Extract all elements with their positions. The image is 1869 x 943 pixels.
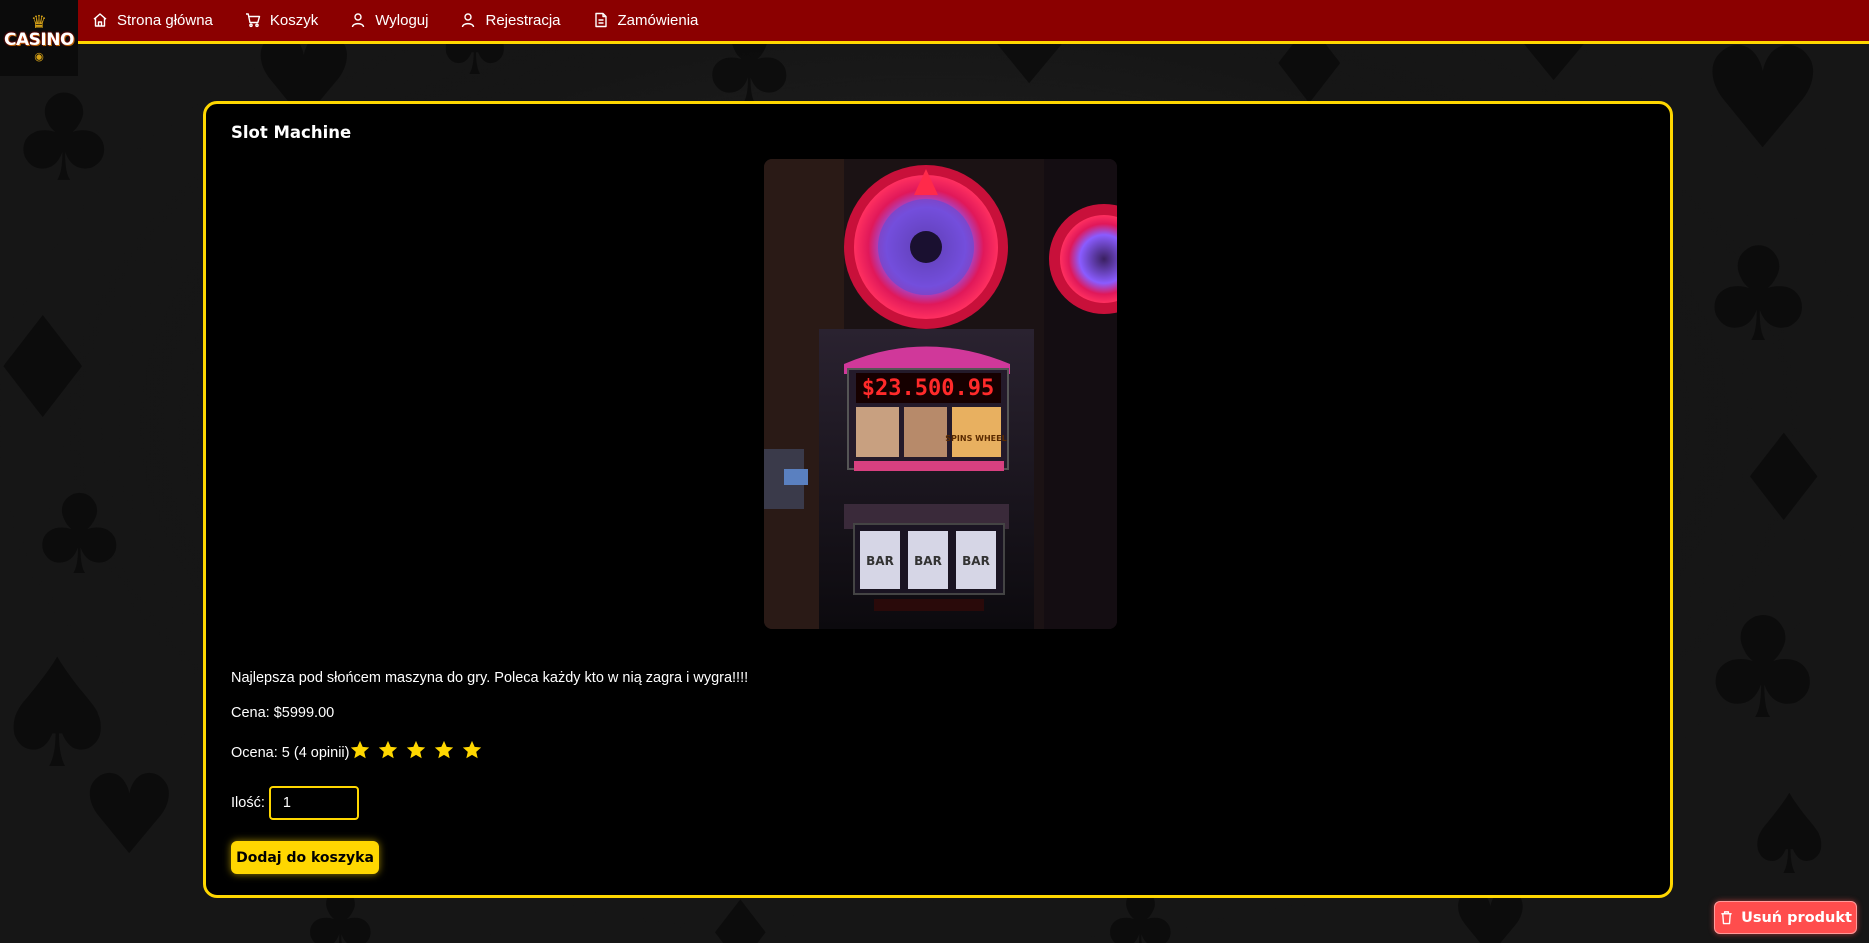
quantity-input[interactable] (268, 786, 359, 820)
nav-links: Strona główna Koszyk Wyloguj Rejestracja… (92, 0, 730, 40)
reel-symbol-2: BAR (914, 554, 942, 568)
delete-product-button[interactable]: Usuń produkt (1714, 901, 1857, 934)
cart-icon (245, 13, 261, 28)
nav-logout-link[interactable]: Wyloguj (350, 0, 428, 40)
user-icon (352, 13, 365, 28)
home-icon (93, 13, 107, 27)
rating-stars (349, 739, 489, 761)
nav-register-label: Rejestracja (485, 11, 561, 29)
product-price: Cena: $5999.00 (231, 705, 335, 721)
reel-symbol-3: BAR (962, 554, 990, 568)
nav-register-link[interactable]: Rejestracja (460, 0, 561, 40)
add-to-cart-button[interactable]: Dodaj do koszyka (231, 841, 379, 874)
star-icon[interactable] (349, 739, 371, 761)
document-icon (594, 12, 607, 28)
nav-home-link[interactable]: Strona główna (92, 0, 213, 40)
nav-orders-link[interactable]: Zamówienia (593, 0, 699, 40)
star-icon[interactable] (377, 739, 399, 761)
user-icon (462, 13, 475, 28)
quantity-row: Ilość: (231, 786, 359, 820)
casino-logo[interactable]: ♛ CASINO ◉ (0, 0, 78, 76)
logo-text: CASINO (4, 30, 74, 50)
product-card: Slot Machine $23.500.95 SPINS WHEEL BAR … (203, 101, 1673, 898)
slot-machine-illustration: $23.500.95 SPINS WHEEL BAR BAR BAR (764, 159, 1117, 629)
chip-icon: ◉ (34, 50, 44, 63)
quantity-label: Ilość: (231, 795, 265, 811)
rating-row: Ocena: 5 (4 opinii) (231, 739, 489, 764)
reel-symbol-1: BAR (866, 554, 894, 568)
image-jackpot-text: $23.500.95 (862, 376, 994, 401)
star-icon[interactable] (461, 739, 483, 761)
nav-logout-label: Wyloguj (375, 11, 429, 29)
star-icon[interactable] (405, 739, 427, 761)
star-icon[interactable] (433, 739, 455, 761)
nav-orders-label: Zamówienia (617, 11, 699, 29)
product-title: Slot Machine (231, 123, 352, 142)
nav-cart-label: Koszyk (269, 11, 319, 29)
trash-icon (1721, 911, 1732, 925)
product-description: Najlepsza pod słońcem maszyna do gry. Po… (231, 670, 749, 686)
product-image: $23.500.95 SPINS WHEEL BAR BAR BAR (764, 159, 1117, 629)
top-navbar: Strona główna Koszyk Wyloguj Rejestracja… (0, 0, 1869, 44)
image-wheel-label: SPINS WHEEL (945, 434, 1006, 443)
delete-product-label: Usuń produkt (1741, 909, 1852, 926)
nav-cart-link[interactable]: Koszyk (245, 0, 318, 40)
nav-home-label: Strona główna (117, 11, 213, 29)
rating-text: Ocena: 5 (4 opinii) (231, 745, 350, 761)
